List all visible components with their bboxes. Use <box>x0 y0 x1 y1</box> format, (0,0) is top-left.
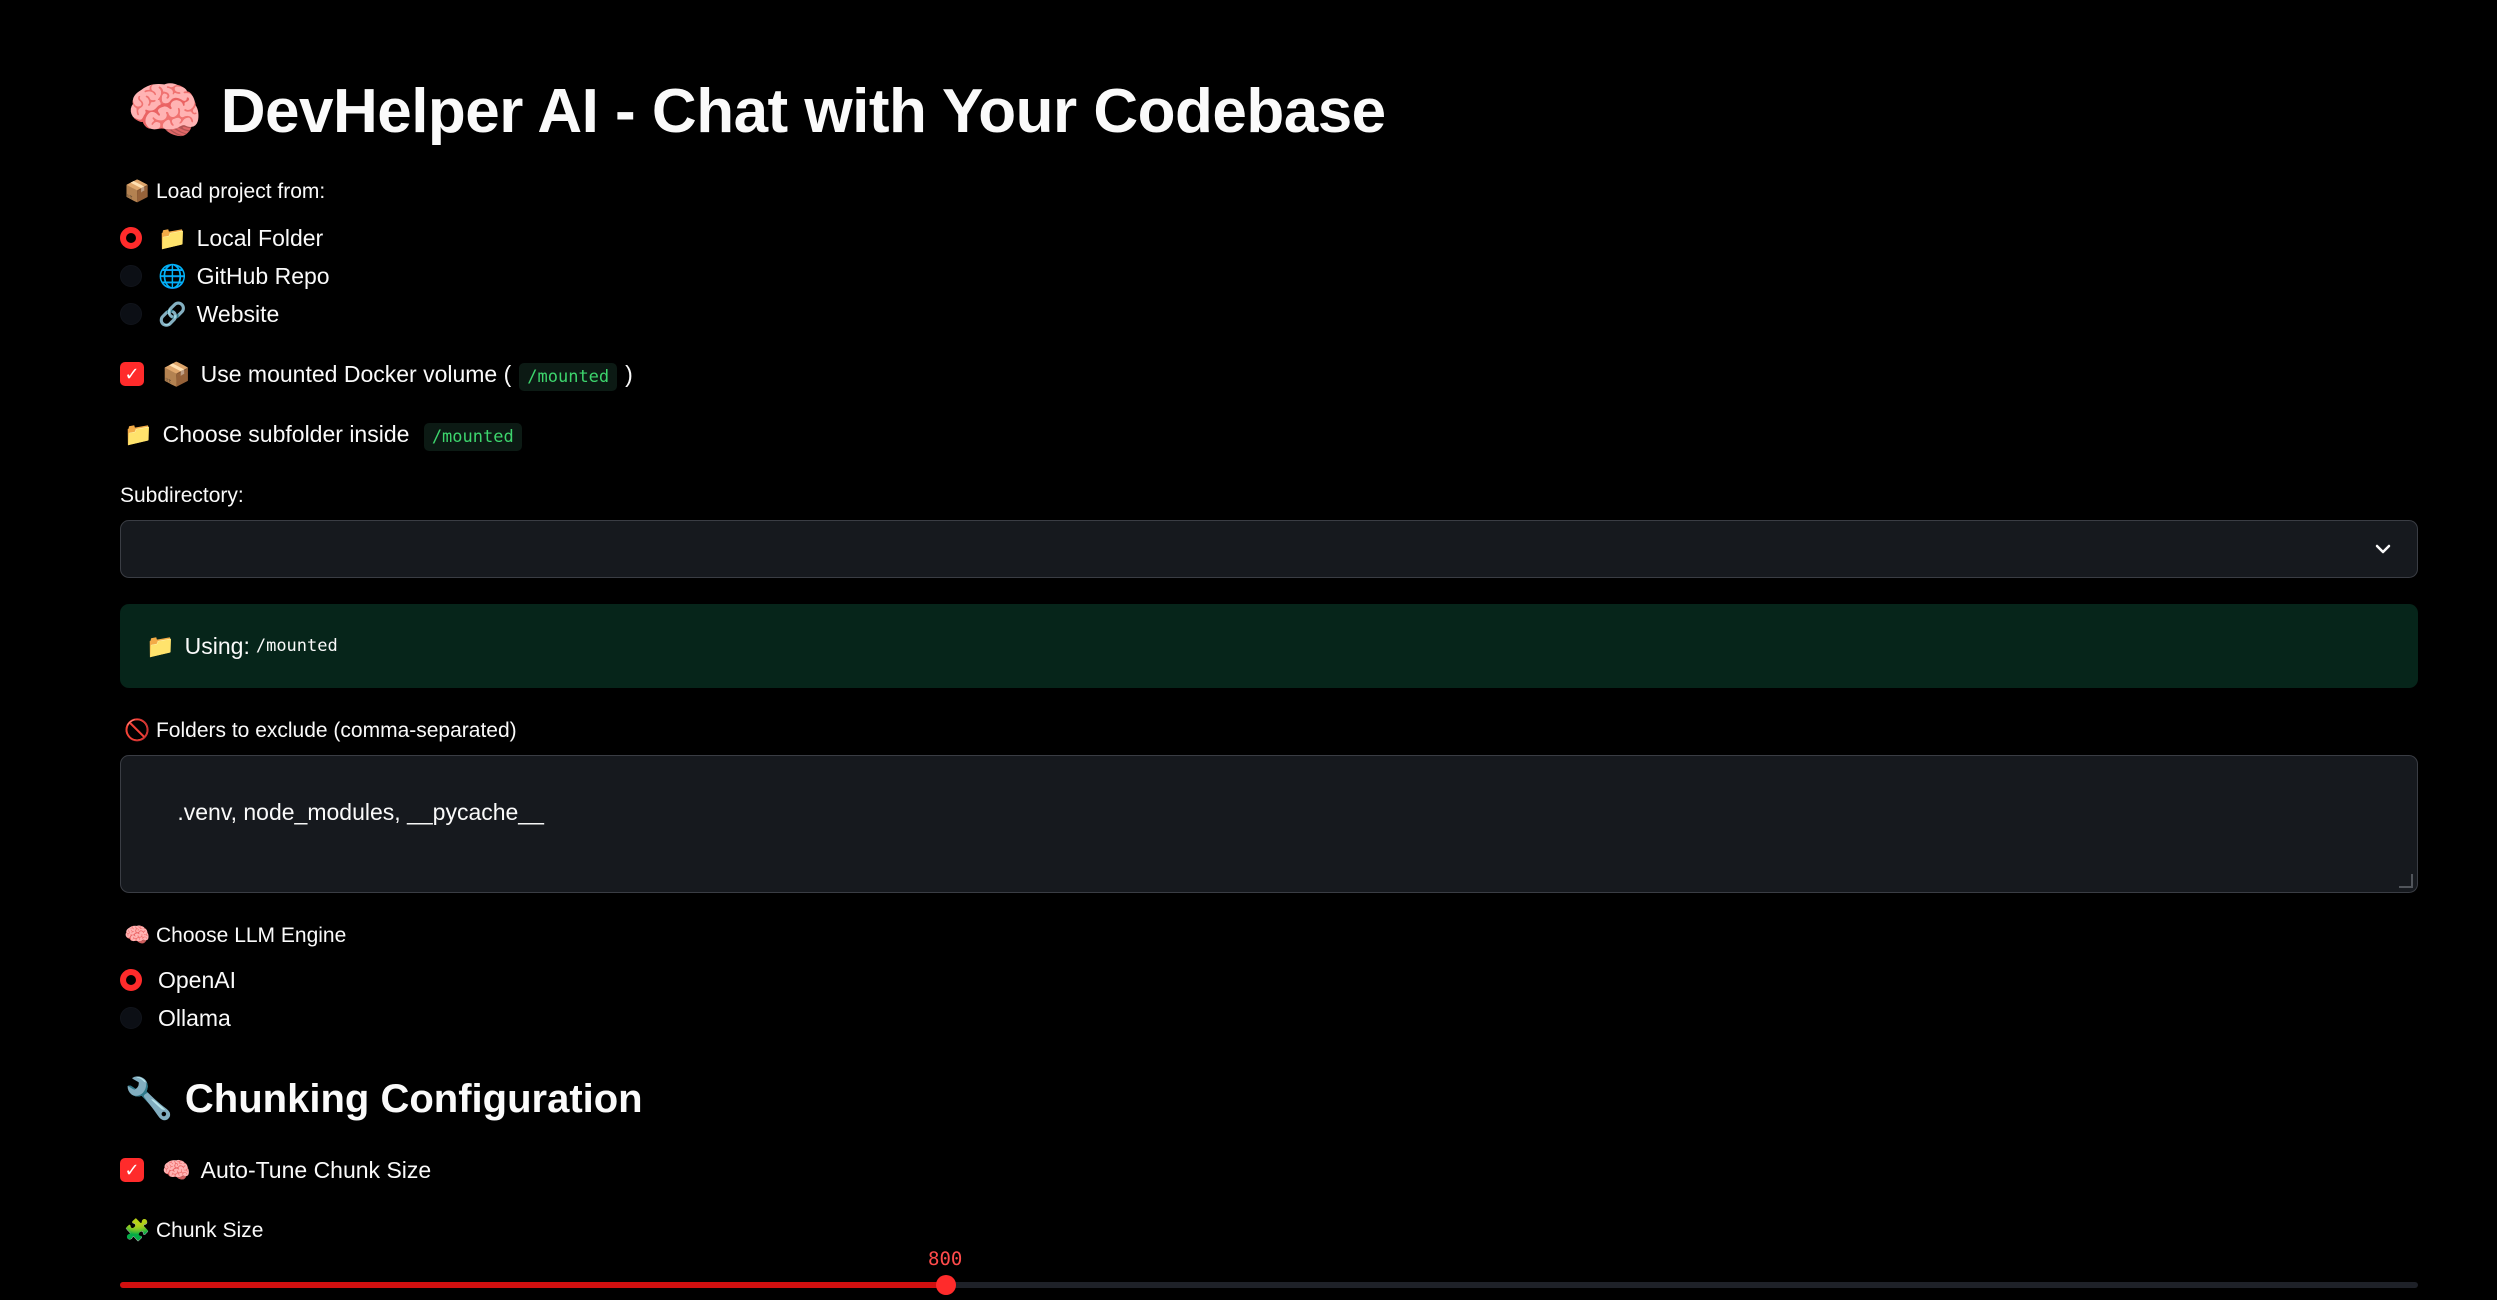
radio-openai[interactable]: OpenAI <box>120 962 236 998</box>
load-source-label: 📦 Load project from: <box>124 180 326 203</box>
package-icon: 📦 <box>162 360 191 387</box>
folder-icon: 📁 <box>146 632 175 659</box>
folder-icon: 📁 <box>124 421 153 447</box>
radio-indicator-selected[interactable] <box>120 969 142 991</box>
radio-label: Ollama <box>158 1004 231 1031</box>
radio-local-folder[interactable]: 📁 Local Folder <box>120 220 323 256</box>
page-title-text: DevHelper AI - Chat with Your Codebase <box>220 77 1386 146</box>
page-title: 🧠 DevHelper AI - Chat with Your Codebase <box>126 72 1386 152</box>
chunk-size-label: 🧩 Chunk Size <box>124 1219 264 1242</box>
docker-volume-label-end: ) <box>625 360 633 387</box>
subdirectory-label: Subdirectory: <box>120 484 244 507</box>
using-path-code: /mounted <box>255 636 338 656</box>
exclude-folders-input[interactable]: .venv, node_modules, __pycache__ <box>120 755 2418 893</box>
brain-icon: 🧠 <box>126 77 203 146</box>
radio-website[interactable]: 🔗 Website <box>120 296 279 332</box>
checkbox-checked[interactable]: ✓ <box>120 1158 144 1182</box>
radio-label: GitHub Repo <box>196 262 330 289</box>
chunk-size-slider[interactable] <box>120 1275 2418 1295</box>
radio-ollama[interactable]: Ollama <box>120 1000 231 1036</box>
auto-tune-checkbox[interactable]: ✓ 🧠 Auto-Tune Chunk Size <box>120 1152 431 1188</box>
radio-indicator-selected[interactable] <box>120 227 142 249</box>
subfolder-heading: 📁 Choose subfolder inside /mounted <box>124 421 522 451</box>
docker-volume-label: Use mounted Docker volume ( <box>200 360 512 387</box>
radio-label: Local Folder <box>196 224 324 251</box>
app-page: 🧠 DevHelper AI - Chat with Your Codebase … <box>0 0 2497 1300</box>
slider-fill <box>120 1282 946 1288</box>
docker-volume-checkbox[interactable]: ✓ 📦 Use mounted Docker volume ( /mounted… <box>120 356 633 392</box>
checkbox-checked[interactable]: ✓ <box>120 362 144 386</box>
radio-label: Website <box>196 300 280 327</box>
chunking-heading: 🔧 Chunking Configuration <box>124 1077 643 1121</box>
slider-thumb[interactable] <box>936 1275 956 1295</box>
mounted-path-code: /mounted <box>423 423 522 451</box>
radio-indicator[interactable] <box>120 1007 142 1029</box>
radio-indicator[interactable] <box>120 265 142 287</box>
exclude-label: 🚫 Folders to exclude (comma-separated) <box>124 719 517 742</box>
brain-icon: 🧠 <box>162 1156 191 1183</box>
radio-label: OpenAI <box>158 966 236 993</box>
resize-handle-icon[interactable] <box>2399 874 2413 888</box>
auto-tune-label: Auto-Tune Chunk Size <box>200 1156 432 1183</box>
chunk-size-value: 800 <box>928 1248 963 1270</box>
globe-icon: 🌐 <box>158 262 187 289</box>
radio-github-repo[interactable]: 🌐 GitHub Repo <box>120 258 330 294</box>
using-label: Using: <box>184 632 250 659</box>
exclude-folders-value: .venv, node_modules, __pycache__ <box>177 799 544 825</box>
subfolder-heading-text: Choose subfolder inside <box>162 421 410 447</box>
folder-icon: 📁 <box>158 224 187 251</box>
mounted-path-code: /mounted <box>519 362 618 391</box>
llm-engine-label: 🧠 Choose LLM Engine <box>124 924 347 947</box>
subdirectory-select[interactable] <box>120 520 2418 578</box>
chevron-down-icon[interactable] <box>2371 537 2395 561</box>
radio-indicator[interactable] <box>120 303 142 325</box>
link-icon: 🔗 <box>158 300 187 327</box>
using-path-alert: 📁 Using: /mounted <box>120 604 2418 688</box>
